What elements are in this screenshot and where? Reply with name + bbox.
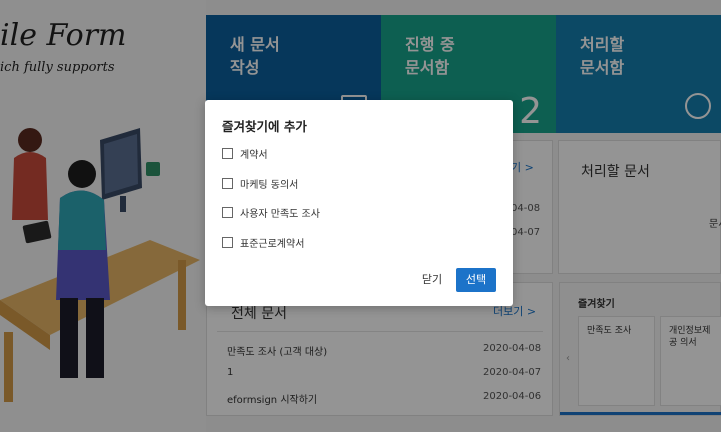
checkbox[interactable] xyxy=(222,206,233,218)
checkbox[interactable] xyxy=(222,177,233,189)
select-button[interactable]: 선택 xyxy=(456,268,496,292)
checkbox[interactable] xyxy=(222,147,233,159)
dialog-title: 즐겨찾기에 추가 xyxy=(222,119,307,134)
add-to-favorites-dialog: 즐겨찾기에 추가 계약서 마케팅 동의서 사용자 만족도 조사 표준근로계약서 … xyxy=(205,100,513,306)
option-user-survey[interactable]: 사용자 만족도 조사 xyxy=(222,205,320,220)
checkbox[interactable] xyxy=(222,236,233,248)
option-standard-employment-contract[interactable]: 표준근로계약서 xyxy=(222,235,304,250)
option-contract[interactable]: 계약서 xyxy=(222,146,268,161)
close-button[interactable]: 닫기 xyxy=(417,268,447,292)
option-marketing-consent[interactable]: 마케팅 동의서 xyxy=(222,176,298,191)
